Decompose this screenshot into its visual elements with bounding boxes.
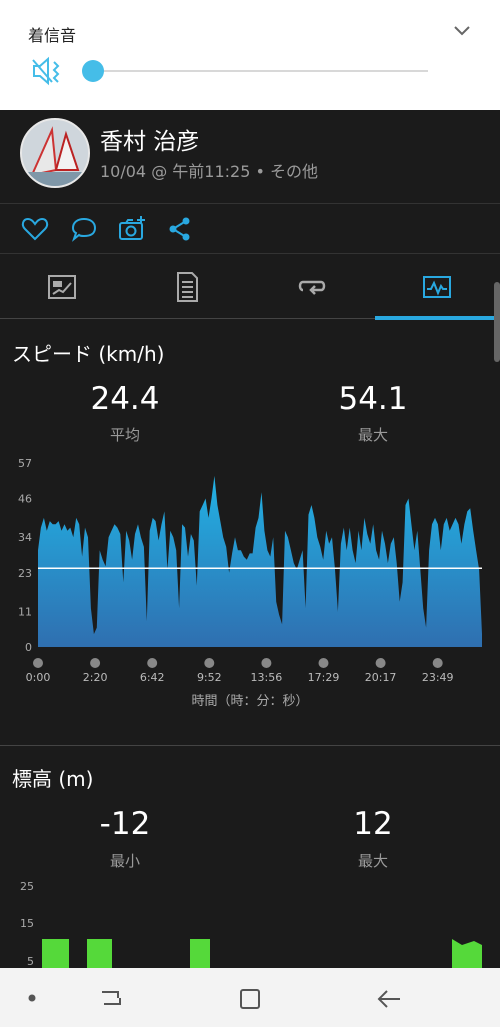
divider — [0, 745, 500, 746]
comment-icon[interactable] — [69, 214, 99, 244]
tab-selected-indicator — [375, 316, 500, 320]
elevation-y-tick-label: 15 — [20, 917, 34, 930]
speed-area-series — [38, 475, 482, 647]
speed-x-axis-label: 時間（時：分：秒） — [191, 694, 309, 709]
speed-max-value: 54.1 — [338, 381, 408, 417]
volume-slider-track[interactable] — [92, 70, 428, 72]
speed-y-tick-label: 0 — [25, 641, 32, 654]
vibrate-speaker-icon[interactable] — [30, 56, 64, 86]
loop-icon[interactable] — [295, 270, 329, 304]
speed-x-tick-dot — [261, 658, 272, 668]
volume-title: 着信音 — [28, 26, 77, 45]
activity-chart-icon[interactable] — [420, 270, 454, 304]
speed-x-tick-label: 23:49 — [422, 671, 454, 684]
elevation-bar — [190, 939, 210, 970]
speed-chart: 57 46 34 23 11 0 0:00 2:20 6:42 9:52 13:56 17:29 20… — [18, 457, 482, 684]
elevation-bar — [42, 939, 69, 970]
speed-y-tick-label: 23 — [18, 567, 32, 580]
elevation-y-tick-label: 25 — [20, 880, 34, 893]
speed-x-tick-dot — [90, 658, 101, 668]
dot-icon[interactable] — [27, 993, 37, 1003]
speed-x-tick-label: 17:29 — [308, 671, 340, 684]
elevation-min-label: 最小 — [109, 852, 140, 870]
elevation-max-label: 最大 — [357, 852, 388, 870]
document-icon[interactable] — [170, 270, 204, 304]
back-icon[interactable] — [376, 986, 402, 1012]
speed-x-tick-label: 20:17 — [365, 671, 397, 684]
avatar[interactable] — [20, 118, 90, 188]
speed-x-tick-label: 2:20 — [83, 671, 108, 684]
speed-x-tick-dot — [33, 658, 43, 668]
speed-x-tick-dot — [204, 658, 215, 668]
heart-icon[interactable] — [20, 214, 50, 244]
speed-chart-title: スピード (km/h) — [12, 342, 165, 366]
activity-meta: 10/04 @ 午前11:25 • その他 — [100, 162, 319, 181]
user-name[interactable]: 香村 治彦 — [100, 122, 199, 156]
chevron-down-icon[interactable] — [452, 20, 472, 40]
speed-average-value: 24.4 — [90, 381, 160, 417]
scrollbar[interactable] — [494, 282, 500, 362]
share-icon[interactable] — [165, 214, 195, 244]
elevation-bar — [452, 939, 482, 970]
volume-slider-knob[interactable] — [82, 60, 104, 82]
elevation-chart: 25 15 5 — [20, 880, 482, 970]
elevation-min-value: -12 — [99, 806, 151, 842]
elevation-chart-title: 標高 (m) — [12, 767, 94, 791]
speed-x-tick-dot — [318, 658, 329, 668]
home-icon[interactable] — [237, 986, 263, 1012]
speed-x-tick-label: 9:52 — [197, 671, 222, 684]
speed-y-tick-label: 11 — [18, 605, 32, 618]
navigation-bar — [0, 968, 500, 1027]
divider — [0, 253, 500, 254]
elevation-max-value: 12 — [353, 806, 393, 842]
speed-x-tick-dot — [375, 658, 386, 668]
flag-chart-icon[interactable] — [45, 270, 79, 304]
speed-x-tick-dot — [432, 658, 443, 668]
speed-y-tick-label: 46 — [18, 493, 32, 506]
speed-y-tick-label: 57 — [18, 457, 32, 470]
speed-x-tick-label: 6:42 — [140, 671, 165, 684]
speed-x-tick-label: 0:00 — [26, 671, 51, 684]
add-photo-icon[interactable] — [117, 214, 147, 244]
elevation-y-tick-label: 5 — [27, 955, 34, 968]
speed-x-tick-dot — [147, 658, 158, 668]
speed-y-tick-label: 34 — [18, 531, 32, 544]
divider — [0, 203, 500, 204]
speed-x-tick-label: 13:56 — [251, 671, 283, 684]
volume-panel — [0, 0, 500, 110]
speed-average-label: 平均 — [109, 426, 140, 444]
recents-icon[interactable] — [98, 986, 124, 1010]
speed-max-label: 最大 — [357, 426, 388, 444]
elevation-bar — [87, 939, 112, 970]
